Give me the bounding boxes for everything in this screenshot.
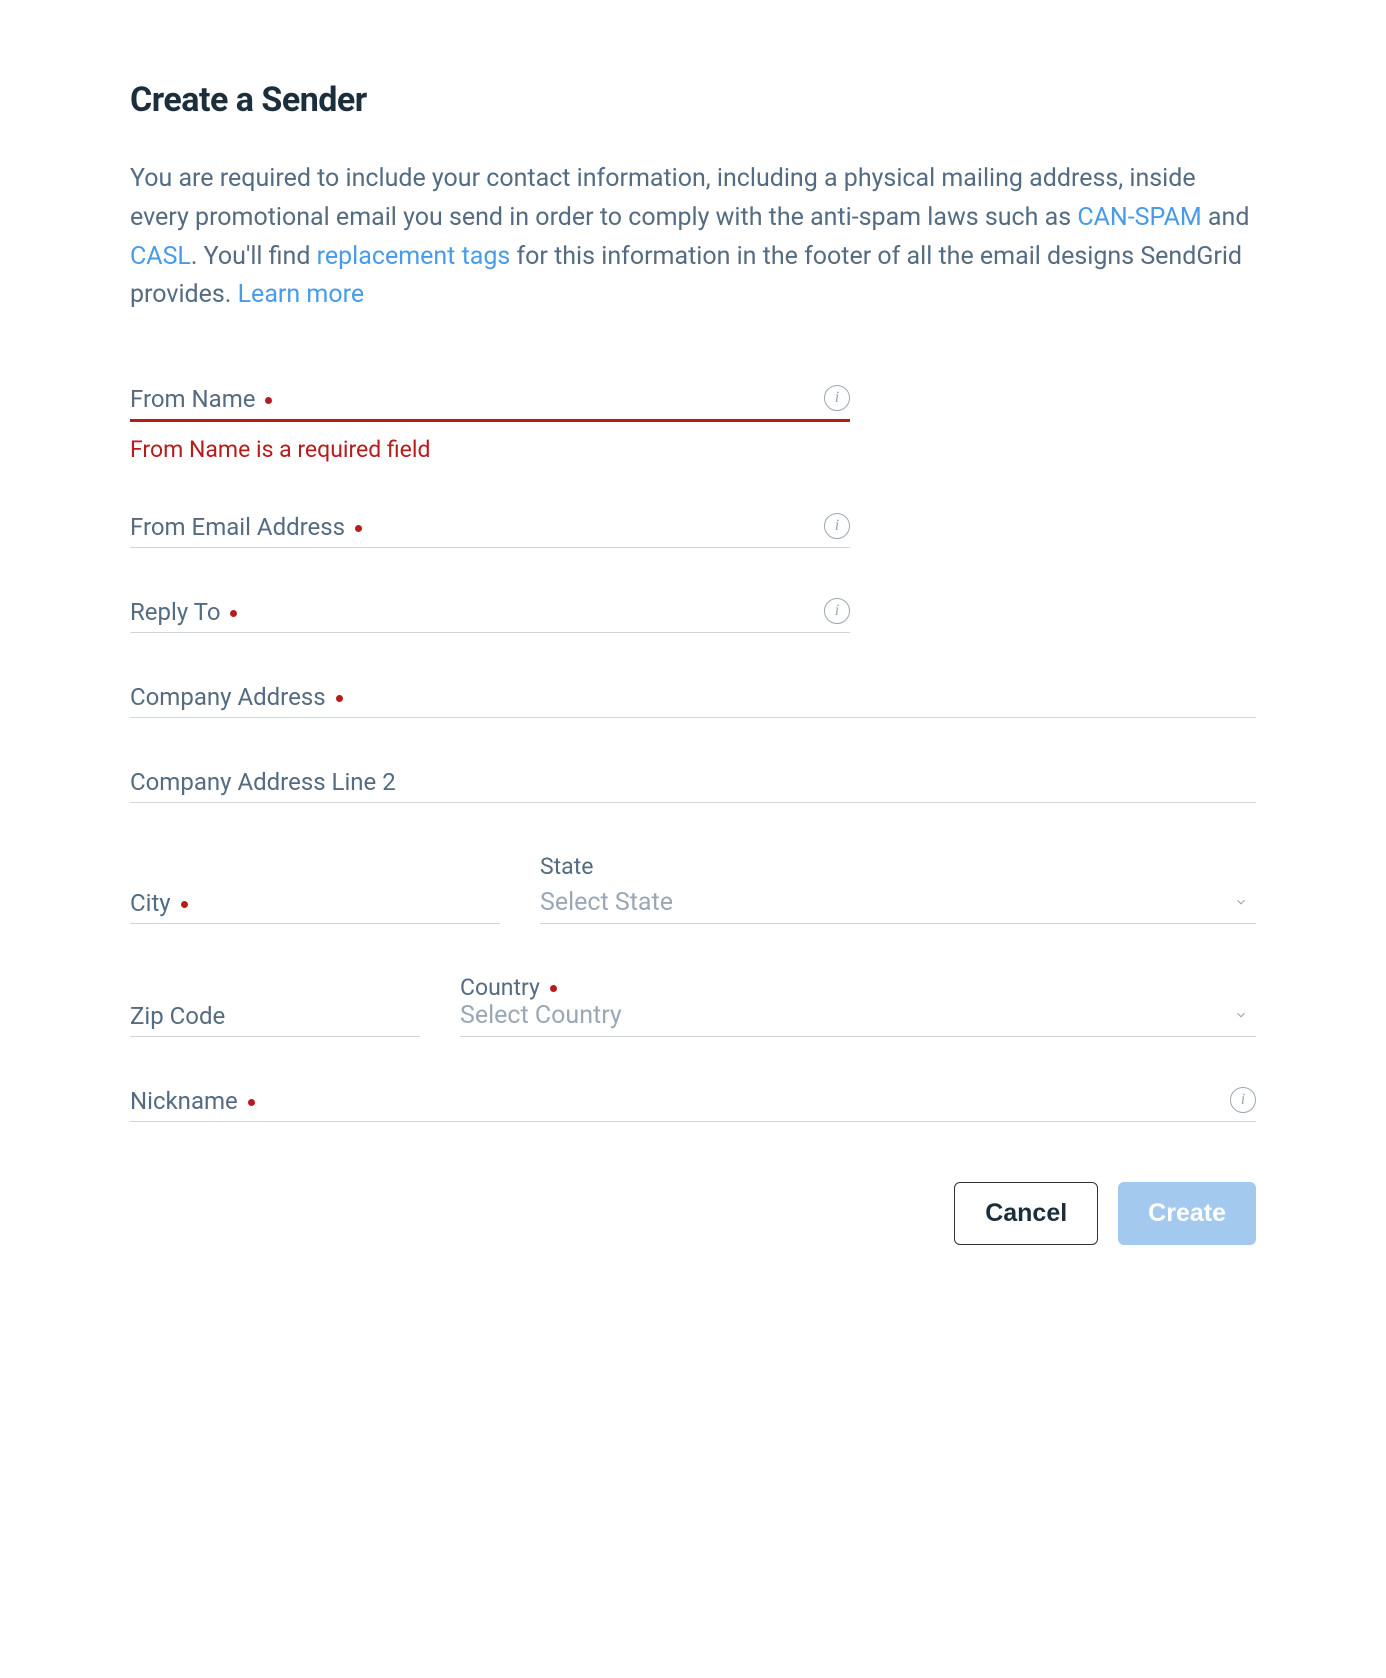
state-label: State [540,853,1256,880]
button-row: Cancel Create [130,1182,1256,1245]
from-name-row: From Name i From Name is a required fiel… [130,385,1256,463]
desc-part1: You are required to include your contact… [130,164,1196,232]
country-select[interactable]: Select Country [460,1001,1256,1037]
zip-field[interactable]: Zip Code [130,1002,420,1037]
nickname-field[interactable]: Nickname i [130,1087,1256,1122]
page-title: Create a Sender [130,80,1256,120]
required-indicator [550,985,557,992]
state-placeholder: Select State [540,888,673,917]
nickname-row: Nickname i [130,1087,1256,1122]
description-text: You are required to include your contact… [130,160,1256,315]
zip-country-row: Zip Code Country Select Country [130,974,1256,1037]
info-icon[interactable]: i [824,385,850,411]
chevron-down-icon [1234,894,1248,908]
required-indicator [248,1099,255,1106]
city-state-row: City State Select State [130,853,1256,924]
can-spam-link[interactable]: CAN-SPAM [1077,203,1201,232]
city-col: City [130,889,500,924]
replacement-tags-link[interactable]: replacement tags [317,242,511,271]
chevron-down-icon [1234,1007,1248,1021]
from-name-field[interactable]: From Name i [130,385,850,422]
reply-to-field[interactable]: Reply To i [130,598,850,633]
country-placeholder: Select Country [460,1001,622,1030]
reply-to-row: Reply To i [130,598,1256,633]
country-label: Country [460,974,540,1001]
from-name-error: From Name is a required field [130,436,1256,463]
create-button[interactable]: Create [1118,1182,1256,1245]
state-col: State Select State [540,853,1256,924]
required-indicator [181,901,188,908]
cancel-button[interactable]: Cancel [954,1182,1098,1245]
city-field[interactable]: City [130,889,500,924]
zip-col: Zip Code [130,1002,420,1037]
learn-more-link[interactable]: Learn more [238,280,364,309]
desc-part2: and [1202,203,1250,232]
state-select[interactable]: Select State [540,888,1256,924]
company-address-2-row: Company Address Line 2 [130,768,1256,803]
company-address-2-field[interactable]: Company Address Line 2 [130,768,1256,803]
info-icon[interactable]: i [824,598,850,624]
required-indicator [336,695,343,702]
from-email-row: From Email Address i [130,513,1256,548]
desc-part3: . You'll find [191,242,317,271]
casl-link[interactable]: CASL [130,242,191,271]
from-email-field[interactable]: From Email Address i [130,513,850,548]
company-address-row: Company Address [130,683,1256,718]
info-icon[interactable]: i [824,513,850,539]
company-address-field[interactable]: Company Address [130,683,1256,718]
info-icon[interactable]: i [1230,1087,1256,1113]
country-col: Country Select Country [460,974,1256,1037]
